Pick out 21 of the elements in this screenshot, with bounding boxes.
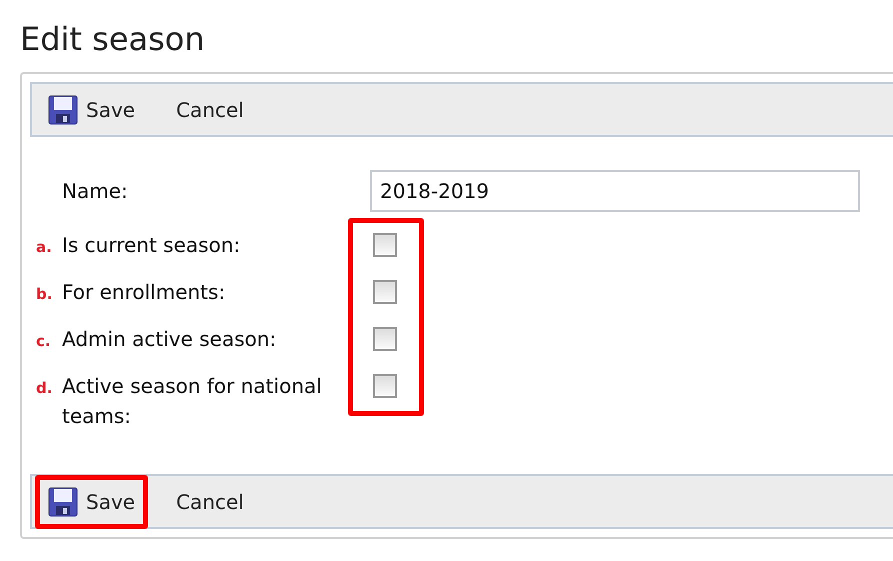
checkbox[interactable]: [373, 232, 397, 256]
field-label: Name:: [62, 178, 129, 205]
checkbox-label: Active season for national teams:: [62, 372, 323, 430]
list-marker: b.: [36, 284, 52, 302]
input-field[interactable]: 2018-2019: [370, 170, 860, 212]
list-marker: d.: [36, 378, 52, 396]
checkbox-label: Admin active season:: [62, 326, 278, 352]
checkbox[interactable]: [373, 280, 397, 304]
cancel-button[interactable]: Cancel: [163, 86, 257, 134]
save-button[interactable]: Save: [35, 474, 148, 528]
page-title: Edit season: [19, 19, 206, 60]
save-icon: [48, 486, 78, 516]
save-icon: [48, 94, 78, 124]
checkbox-label: Is current season:: [62, 232, 242, 258]
cancel-button[interactable]: Cancel: [163, 478, 257, 526]
checkbox[interactable]: [373, 374, 397, 398]
checkbox-label: For enrollments:: [62, 278, 226, 306]
checkbox[interactable]: [373, 326, 397, 350]
list-marker: a.: [36, 238, 52, 256]
list-marker: c.: [36, 332, 51, 350]
save-button[interactable]: Save: [35, 82, 148, 136]
